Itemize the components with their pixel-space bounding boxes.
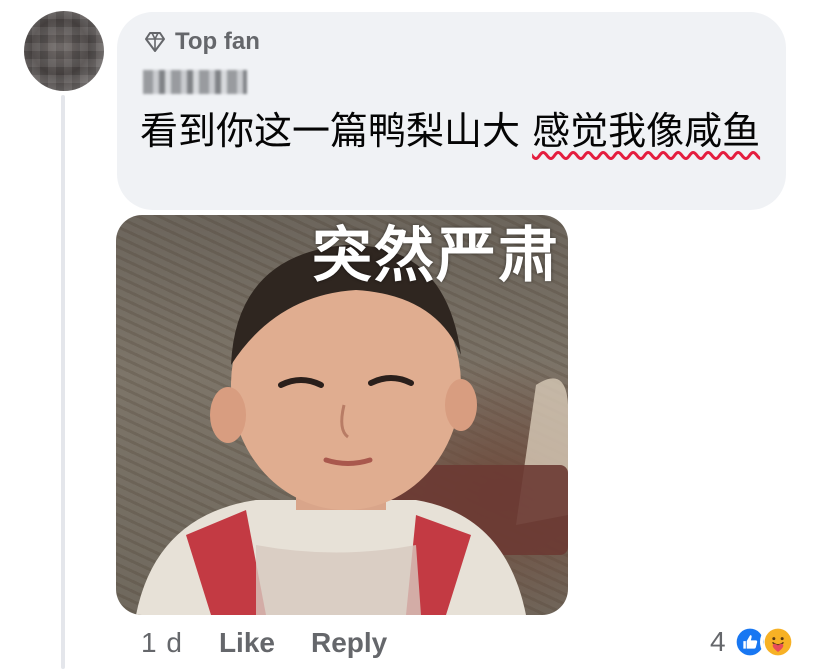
top-fan-badge: Top fan [143,26,260,58]
comment-text-plain: 看到你这一篇鸭梨山大 [140,109,533,153]
care-reaction-icon [759,624,796,660]
badge-label: Top fan [175,28,260,55]
avatar[interactable] [24,11,104,91]
reaction-summary[interactable]: 4 [710,622,796,662]
reaction-count[interactable]: 4 [710,626,726,658]
comment-timestamp[interactable]: 1 d [141,627,183,659]
comment-text: 看到你这一篇鸭梨山大 感觉我像咸鱼 [140,104,770,158]
like-button[interactable]: Like [219,627,275,659]
comment-text-spellcheck-marked: 感觉我像咸鱼 [532,109,761,153]
meme-caption: 突然严肃 [312,221,560,291]
comment-actions: 1 d Like Reply [141,623,387,663]
meme-image[interactable]: 突然严肃 [116,215,568,615]
author-name-blurred[interactable] [143,70,247,94]
reply-button[interactable]: Reply [311,627,387,659]
diamond-icon [145,32,165,52]
thread-line [61,95,65,669]
